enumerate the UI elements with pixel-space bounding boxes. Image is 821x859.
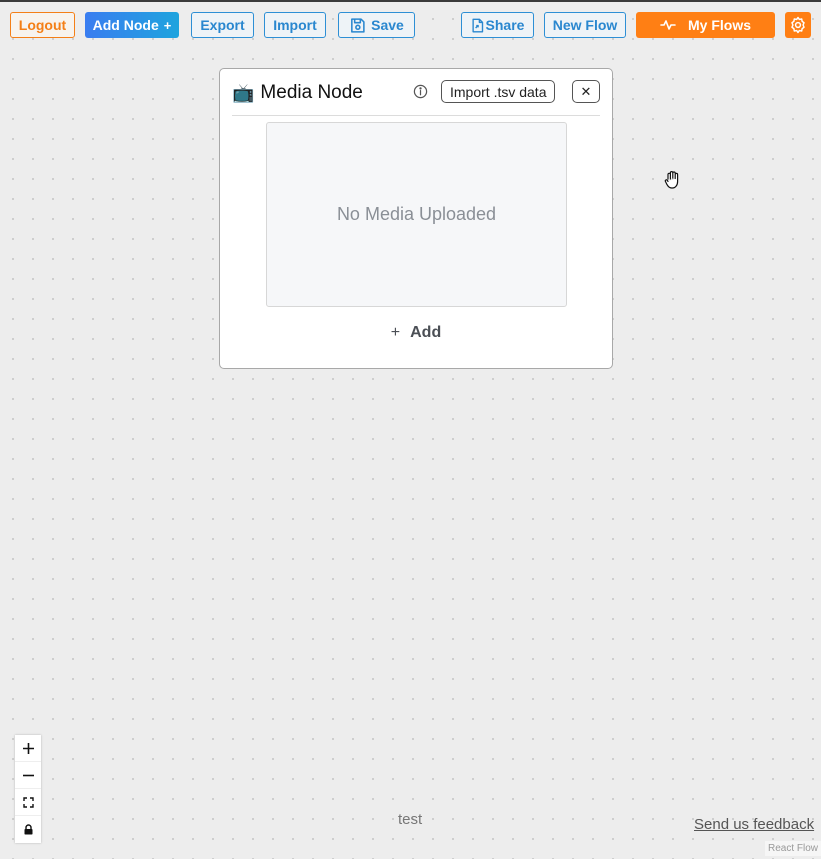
no-media-text: No Media Uploaded [336,204,497,224]
logout-button[interactable]: Logout [10,12,75,38]
share-label: Share [485,17,525,33]
zoom-in-icon [22,742,35,755]
new-flow-button[interactable]: New Flow [544,12,626,38]
send-feedback-link[interactable]: Send us feedback [694,816,814,833]
node-title: 📺 Media Node [232,82,363,104]
media-dropzone[interactable]: No Media Uploaded [266,122,567,307]
zoom-in-button[interactable] [15,735,41,762]
media-node[interactable]: 📺 Media Node Import .tsv data ✕ No Media… [219,68,613,369]
export-button[interactable]: Export [191,12,254,38]
import-button[interactable]: Import [264,12,326,38]
gear-icon [789,16,807,34]
import-tsv-label: Import .tsv data [450,83,547,100]
document-share-icon [471,18,484,33]
add-media-button[interactable]: + Add [220,324,612,342]
flow-name: test [398,811,423,828]
lock-button[interactable] [15,816,41,843]
save-label: Save [371,17,404,33]
close-node-button[interactable]: ✕ [572,80,600,103]
export-label: Export [200,17,245,33]
import-label: Import [273,17,317,33]
tv-icon: 📺 [232,82,255,103]
add-label: Add [410,324,442,341]
node-title-label: Media Node [260,82,363,103]
zoom-out-icon [22,769,35,782]
fit-view-button[interactable] [15,789,41,816]
add-node-button[interactable]: Add Node + [85,12,179,38]
plus-icon: + [390,324,401,341]
import-tsv-button[interactable]: Import .tsv data [441,80,556,103]
waveform-icon [660,19,676,31]
hand-cursor-icon [664,170,682,195]
logout-label: Logout [18,17,67,33]
window-top-border [0,0,821,2]
media-node-header[interactable]: 📺 Media Node Import .tsv data ✕ [232,78,600,116]
save-button[interactable]: Save [338,12,415,38]
plus-icon: + [163,17,172,33]
floppy-disk-icon [349,17,366,34]
react-flow-attribution[interactable]: React Flow [764,841,821,856]
zoom-out-button[interactable] [15,762,41,789]
my-flows-label: My Flows [687,17,751,33]
add-node-label: Add Node [92,17,159,33]
info-icon[interactable] [413,84,428,99]
flow-controls [15,735,41,843]
settings-button[interactable] [785,12,811,38]
new-flow-label: New Flow [552,17,618,33]
fit-view-icon [22,796,34,808]
close-icon: ✕ [580,83,592,99]
share-button[interactable]: Share [461,12,534,38]
lock-icon [24,824,33,835]
my-flows-button[interactable]: My Flows [636,12,775,38]
